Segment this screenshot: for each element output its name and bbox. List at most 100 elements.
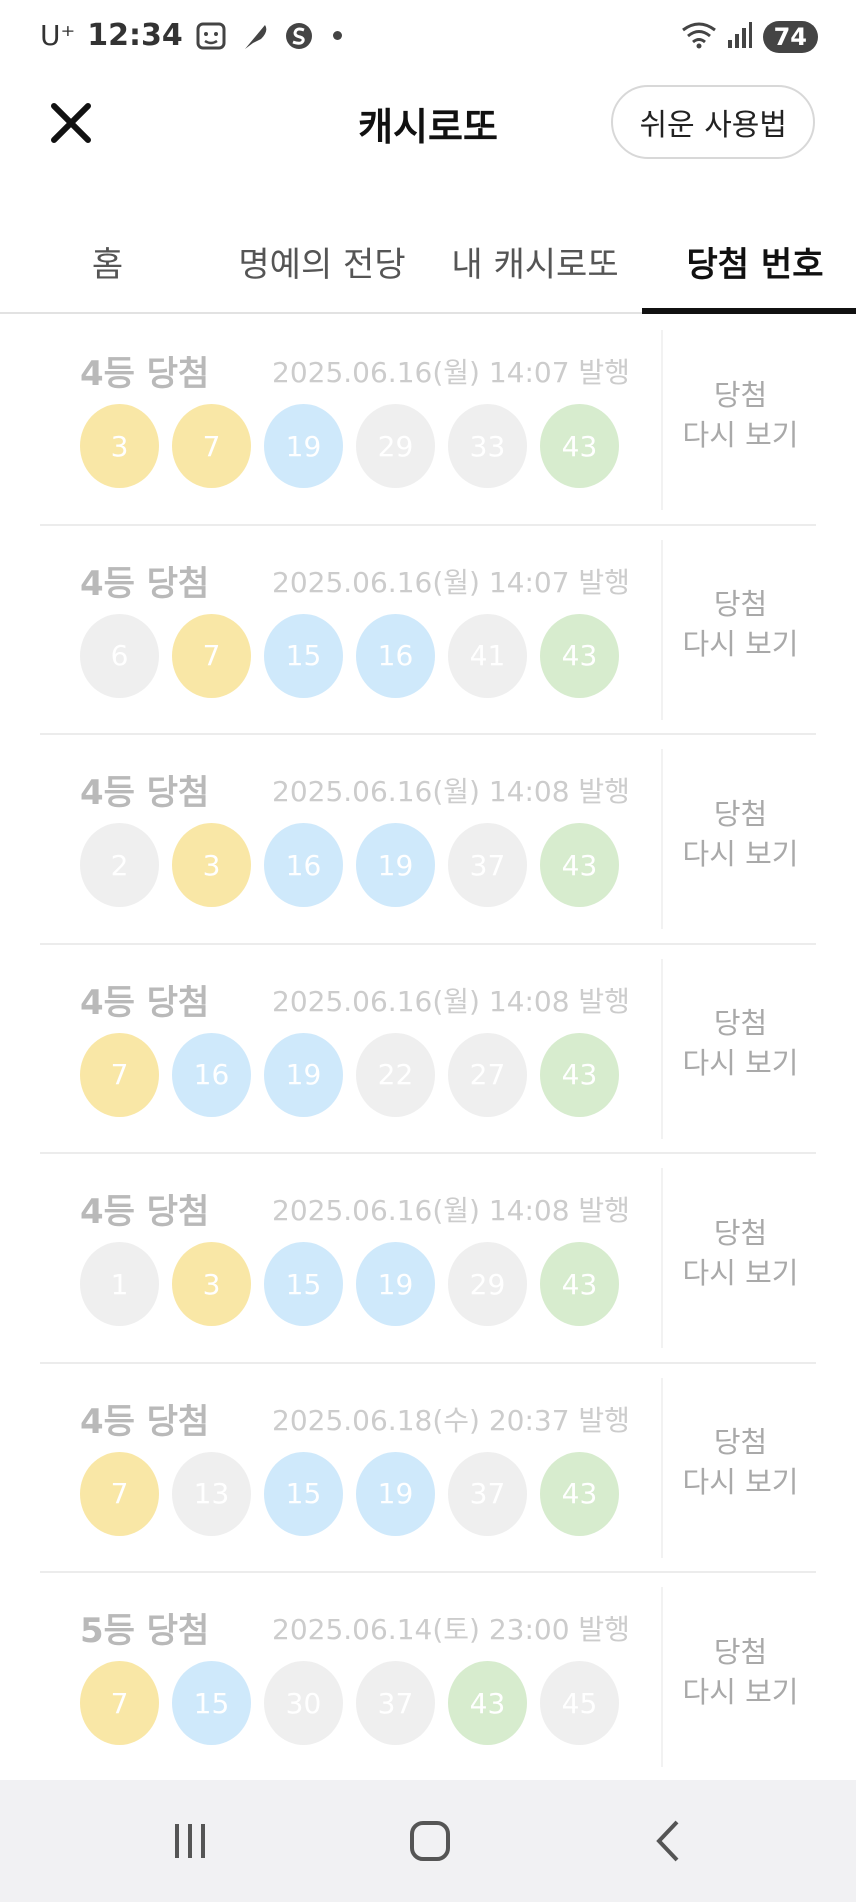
- app-header: 캐시로또 쉬운 사용법: [0, 78, 856, 208]
- winning-item: 4등 당첨 2025.06.16(월) 14:08 발행 2 3 16 19 37 43 당첨 다…: [40, 735, 816, 945]
- winning-item: 4등 당첨 2025.06.16(월) 14:07 발행 6 7 15 16 41 43 당첨 다…: [40, 526, 816, 735]
- winning-info: 4등 당첨 2025.06.16(월) 14:07 발행 3 7 19 29 33 43: [80, 316, 670, 524]
- lotto-ball: 43: [540, 1032, 619, 1117]
- lotto-ball: 22: [356, 1032, 435, 1117]
- replay-label-line2: 다시 보기: [682, 1465, 799, 1500]
- replay-label-line2: 다시 보기: [682, 836, 799, 871]
- lotto-ball: 6: [80, 613, 159, 698]
- replay-win-button[interactable]: 당첨다시 보기: [665, 1364, 816, 1572]
- signal-icon: [727, 20, 753, 54]
- winning-info: 5등 당첨 2025.06.14(토) 23:00 발행 7 15 30 37 43 45: [80, 1573, 670, 1781]
- recent-apps-icon: [175, 1824, 205, 1858]
- replay-win-button[interactable]: 당첨 다시 보기: [665, 316, 816, 524]
- winning-item: 5등 당첨 2025.06.14(토) 23:00 발행 7 15 30 37 43 45 당첨…: [40, 1573, 816, 1783]
- tab-my-cashlotto[interactable]: 내 캐시로또: [440, 220, 630, 302]
- replay-win-button[interactable]: 당첨 다시 보기: [665, 735, 816, 943]
- lotto-ball: 15: [264, 1242, 343, 1326]
- lotto-ball: 27: [448, 1032, 527, 1117]
- lotto-ball: 43: [540, 613, 619, 698]
- notification-dot-icon: [332, 31, 342, 40]
- lotto-ball: 15: [264, 1451, 343, 1536]
- back-nav-button[interactable]: [635, 1806, 705, 1876]
- replay-label-line1: 당첨: [713, 587, 768, 622]
- face-id-icon: [195, 21, 227, 51]
- lotto-ball: 19: [356, 1242, 435, 1326]
- issued-datetime: 2025.06.16(월) 14:07 발행: [272, 565, 630, 599]
- prize-rank: 4등 당첨: [80, 982, 210, 1023]
- winning-info: 4등 당첨 2025.06.16(월) 14:08 발행 2 3 16 19 37 43: [80, 735, 670, 943]
- lotto-ball: 19: [264, 404, 343, 488]
- status-bar: U⁺ 12:34 74: [0, 0, 856, 78]
- replay-label-line2: 다시 보기: [682, 1255, 799, 1290]
- lotto-ball: 30: [264, 1661, 343, 1745]
- carrier-label: U⁺: [40, 19, 76, 52]
- feather-icon: [239, 21, 271, 51]
- lotto-numbers: 2 3 16 19 37 43: [80, 823, 619, 907]
- winning-item: 4등 당첨 2025.06.18(수) 20:37 발행 7 13 15 19 37 43 당첨…: [40, 1364, 816, 1573]
- prize-rank: 4등 당첨: [80, 354, 210, 394]
- lotto-numbers: 7 16 19 22 27 43: [80, 1032, 619, 1117]
- lotto-ball: 7: [172, 404, 251, 488]
- lotto-ball: 29: [448, 1242, 527, 1326]
- replay-label-line2: 다시 보기: [682, 1674, 799, 1709]
- recent-apps-button[interactable]: [155, 1806, 225, 1876]
- issued-datetime: 2025.06.16(월) 14:08 발행: [272, 775, 630, 808]
- winning-item: 4등 당첨 2025.06.16(월) 14:08 발행 7 16 19 22 27 43 당첨…: [40, 945, 816, 1154]
- issued-datetime: 2025.06.14(토) 23:00 발행: [272, 1613, 630, 1646]
- prize-rank: 4등 당첨: [80, 1401, 210, 1442]
- replay-label-line1: 당첨: [713, 1634, 768, 1669]
- lotto-ball: 37: [448, 823, 527, 907]
- prize-rank: 4등 당첨: [80, 563, 210, 604]
- tab-winning-numbers[interactable]: 당첨 번호: [655, 220, 855, 302]
- replay-label-line1: 당첨: [713, 377, 768, 412]
- tab-home[interactable]: 홈: [40, 220, 175, 302]
- lotto-ball: 1: [80, 1242, 159, 1326]
- replay-win-button[interactable]: 당첨다시 보기: [665, 1154, 816, 1362]
- divider: [661, 1168, 663, 1348]
- lotto-ball: 16: [172, 1032, 251, 1117]
- lotto-numbers: 1 3 15 19 29 43: [80, 1242, 619, 1326]
- lotto-ball: 3: [172, 1242, 251, 1326]
- close-button[interactable]: [46, 98, 96, 148]
- divider: [661, 749, 663, 929]
- winning-info: 4등 당첨 2025.06.16(월) 14:08 발행 1 3 15 19 29 43: [80, 1154, 670, 1362]
- replay-label-line2: 다시 보기: [682, 627, 799, 662]
- wifi-icon: [681, 20, 717, 54]
- guide-button[interactable]: 쉬운 사용법: [611, 85, 815, 159]
- divider: [661, 958, 663, 1139]
- winning-info: 4등 당첨 2025.06.18(수) 20:37 발행 7 13 15 19 37 43: [80, 1364, 670, 1572]
- replay-win-button[interactable]: 당첨다시 보기: [665, 1573, 816, 1781]
- issued-datetime: 2025.06.16(월) 14:07 발행: [272, 356, 630, 389]
- s-app-icon: [283, 21, 315, 51]
- lotto-numbers: 3 7 19 29 33 43: [80, 404, 619, 488]
- lotto-ball: 2: [80, 823, 159, 907]
- tab-hall-of-fame[interactable]: 명예의 전당: [222, 220, 422, 302]
- lotto-ball: 29: [356, 404, 435, 488]
- lotto-ball: 7: [80, 1032, 159, 1117]
- replay-label-line1: 당첨: [713, 1215, 768, 1250]
- lotto-numbers: 7 15 30 37 43 45: [80, 1661, 619, 1745]
- lotto-ball: 43: [540, 1451, 619, 1536]
- divider: [661, 1587, 663, 1767]
- winning-item: 4등 당첨 2025.06.16(월) 14:07 발행 3 7 19 29 33 43 당첨 다…: [40, 316, 816, 526]
- lotto-ball: 43: [540, 823, 619, 907]
- replay-win-button[interactable]: 당첨다시 보기: [665, 945, 816, 1153]
- replay-win-button[interactable]: 당첨다시 보기: [665, 526, 816, 734]
- replay-label-line2: 다시 보기: [682, 1046, 799, 1081]
- lotto-ball: 37: [448, 1451, 527, 1536]
- winning-info: 4등 당첨 2025.06.16(월) 14:07 발행 6 7 15 16 41 43: [80, 526, 670, 734]
- divider: [661, 1377, 663, 1558]
- tab-bar: 홈 명예의 전당 내 캐시로또 당첨 번호: [0, 208, 856, 314]
- lotto-ball: 43: [448, 1661, 527, 1745]
- lotto-ball: 15: [264, 613, 343, 698]
- prize-rank: 4등 당첨: [80, 773, 210, 813]
- lotto-numbers: 7 13 15 19 37 43: [80, 1451, 619, 1536]
- lotto-ball: 15: [172, 1661, 251, 1745]
- home-nav-button[interactable]: [395, 1806, 465, 1876]
- lotto-ball: 33: [448, 404, 527, 488]
- winning-item: 4등 당첨 2025.06.16(월) 14:08 발행 1 3 15 19 29 43 당첨 다…: [40, 1154, 816, 1364]
- lotto-ball: 41: [448, 613, 527, 698]
- replay-label-line1: 당첨: [713, 1006, 768, 1041]
- battery-icon: 74: [762, 21, 818, 53]
- replay-label-line1: 당첨: [713, 1425, 768, 1460]
